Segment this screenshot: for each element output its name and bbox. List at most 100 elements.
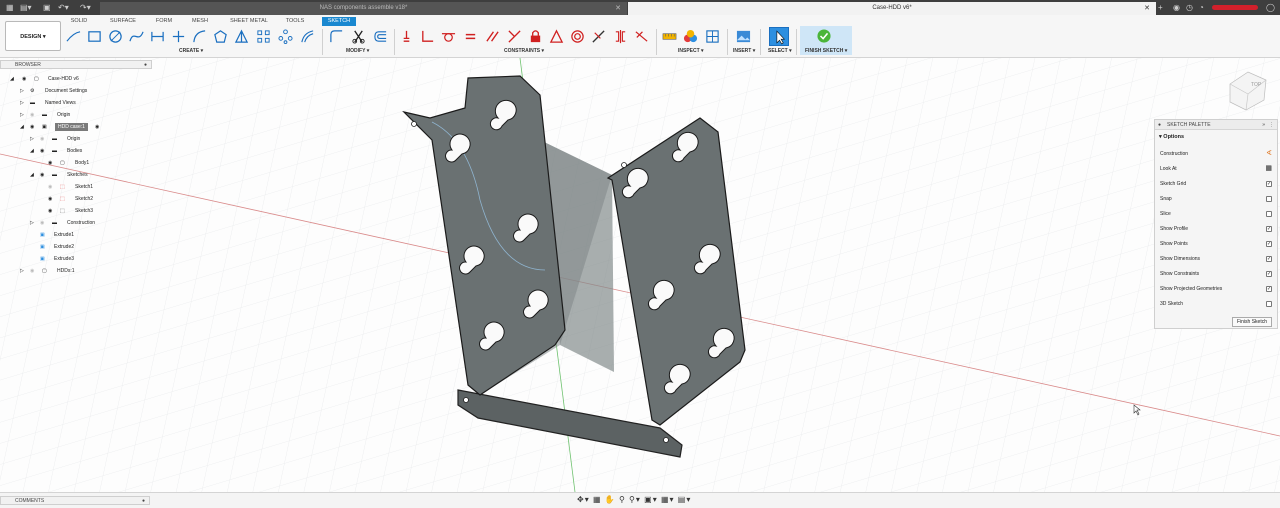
- display-settings-icon[interactable]: ▣▾: [644, 495, 658, 504]
- offset-icon[interactable]: [373, 29, 388, 44]
- orbit-icon[interactable]: ✥▾: [577, 495, 590, 504]
- workspace-selector[interactable]: DESIGN ▾: [5, 21, 61, 51]
- mirror-icon[interactable]: [234, 29, 249, 44]
- lock-icon[interactable]: [528, 29, 543, 44]
- canvas-viewport[interactable]: TOP: [0, 58, 1280, 492]
- parallel-icon[interactable]: [485, 29, 500, 44]
- panel-pin-icon[interactable]: ●: [144, 61, 147, 69]
- notifications-icon[interactable]: ◔: [1199, 2, 1204, 13]
- option-show-constraints[interactable]: Show Constraints ✓: [1160, 269, 1272, 279]
- equal-icon[interactable]: [463, 29, 478, 44]
- options-section[interactable]: ▾ Options: [1159, 134, 1184, 140]
- symmetry-icon[interactable]: [613, 29, 628, 44]
- checkbox[interactable]: [1266, 211, 1272, 217]
- fix-constraint-icon[interactable]: [399, 29, 414, 44]
- curvature-icon[interactable]: [634, 29, 649, 44]
- option-look-at[interactable]: Look At ▦: [1160, 164, 1272, 174]
- comments-panel[interactable]: COMMENTS ●: [0, 496, 150, 505]
- insert-group-label[interactable]: INSERT ▾: [733, 48, 755, 54]
- perpendicular-icon[interactable]: [420, 29, 435, 44]
- option-snap[interactable]: Snap: [1160, 194, 1272, 204]
- file-icon[interactable]: ▤▾: [20, 2, 32, 13]
- tab-solid[interactable]: SOLID: [67, 17, 91, 26]
- rectangle-icon[interactable]: [87, 29, 102, 44]
- tab-nas-components[interactable]: NAS components assemble v18* ✕: [100, 2, 627, 15]
- user-account-redacted[interactable]: [1212, 5, 1258, 10]
- insert-image-icon[interactable]: [736, 29, 751, 44]
- checkbox[interactable]: ✓: [1266, 181, 1272, 187]
- tab-surface[interactable]: SURFACE: [105, 17, 141, 26]
- undo-icon[interactable]: ↶▾: [58, 2, 69, 13]
- help-icon[interactable]: ◯: [1266, 2, 1275, 13]
- grid-settings-icon[interactable]: ▦▾: [661, 495, 675, 504]
- checkbox[interactable]: ✓: [1266, 256, 1272, 262]
- fillet-icon[interactable]: [329, 29, 344, 44]
- option-slice[interactable]: Slice: [1160, 209, 1272, 219]
- triangle-constraint-icon[interactable]: [549, 29, 564, 44]
- pan-icon[interactable]: ✋: [605, 495, 616, 504]
- arc-icon[interactable]: [192, 29, 207, 44]
- tab-case-hdd[interactable]: Case-HDD v6* ✕: [628, 2, 1156, 15]
- modify-group-label[interactable]: MODIFY ▾: [346, 48, 369, 54]
- browser-header[interactable]: BROWSER ●: [0, 60, 152, 69]
- trim-icon[interactable]: [351, 29, 366, 44]
- checkbox[interactable]: ✓: [1266, 226, 1272, 232]
- midpoint-icon[interactable]: [591, 29, 606, 44]
- tab-mesh[interactable]: MESH: [189, 17, 211, 26]
- checkbox[interactable]: ✓: [1266, 271, 1272, 277]
- option-show-points[interactable]: Show Points ✓: [1160, 239, 1272, 249]
- close-icon[interactable]: ✕: [615, 2, 621, 15]
- display-component-colors-icon[interactable]: [683, 29, 698, 44]
- option-3d-sketch[interactable]: 3D Sketch: [1160, 299, 1272, 309]
- collapse-icon[interactable]: ●: [1158, 120, 1161, 130]
- tab-tools[interactable]: TOOLS: [283, 17, 307, 26]
- finish-sketch-label[interactable]: FINISH SKETCH ▾: [805, 48, 847, 54]
- checkbox[interactable]: ✓: [1266, 286, 1272, 292]
- sketch-palette-header[interactable]: ● SKETCH PALETTE » ⋮: [1155, 120, 1277, 130]
- circular-pattern-icon[interactable]: [278, 29, 293, 44]
- viewports-icon[interactable]: ▤▾: [678, 495, 692, 504]
- menu-icon[interactable]: ⋮: [1269, 120, 1274, 130]
- extensions-icon[interactable]: ◉: [1173, 2, 1180, 13]
- tab-sheet-metal[interactable]: SHEET METAL: [226, 17, 272, 26]
- close-icon[interactable]: ✕: [1144, 2, 1150, 15]
- tangent-icon[interactable]: [441, 29, 456, 44]
- option-construction[interactable]: Construction ∢: [1160, 149, 1272, 159]
- collinear-icon[interactable]: [507, 29, 522, 44]
- checkbox[interactable]: [1266, 301, 1272, 307]
- circle-icon[interactable]: [108, 29, 123, 44]
- spline-icon[interactable]: [129, 29, 144, 44]
- tab-sketch[interactable]: SKETCH: [322, 17, 356, 26]
- save-icon[interactable]: ▣: [43, 2, 51, 13]
- redo-icon[interactable]: ↷▾: [80, 2, 91, 13]
- checkbox[interactable]: ✓: [1266, 241, 1272, 247]
- app-menu-icon[interactable]: ▦: [6, 2, 14, 13]
- zoom-icon[interactable]: ⚲: [619, 495, 626, 504]
- checkbox[interactable]: [1266, 196, 1272, 202]
- polygon-icon[interactable]: [213, 29, 228, 44]
- point-icon[interactable]: [171, 29, 186, 44]
- inspect-group-label[interactable]: INSPECT ▾: [678, 48, 704, 54]
- concentric-icon[interactable]: [570, 29, 585, 44]
- select-button[interactable]: [769, 27, 789, 46]
- create-group-label[interactable]: CREATE ▾: [179, 48, 203, 54]
- new-tab-icon[interactable]: +: [1158, 2, 1163, 13]
- 3d-scene[interactable]: TOP: [0, 58, 1280, 492]
- option-show-dimensions[interactable]: Show Dimensions ✓: [1160, 254, 1272, 264]
- option-show-projected-geometries[interactable]: Show Projected Geometries ✓: [1160, 284, 1272, 294]
- tab-form[interactable]: FORM: [153, 17, 175, 26]
- constraints-group-label[interactable]: CONSTRAINTS ▾: [504, 48, 544, 54]
- history-icon[interactable]: ◷: [1186, 2, 1193, 13]
- option-show-profile[interactable]: Show Profile ✓: [1160, 224, 1272, 234]
- option-sketch-grid[interactable]: Sketch Grid ✓: [1160, 179, 1272, 189]
- section-analysis-icon[interactable]: [705, 29, 720, 44]
- slot-icon[interactable]: [150, 29, 165, 44]
- measure-icon[interactable]: [662, 29, 677, 44]
- panel-pin-icon[interactable]: ●: [142, 497, 145, 505]
- rectangular-pattern-icon[interactable]: [256, 29, 271, 44]
- look-at-icon[interactable]: ▦: [593, 495, 602, 504]
- line-icon[interactable]: [66, 29, 81, 44]
- expand-icon[interactable]: »: [1262, 120, 1265, 130]
- select-group-label[interactable]: SELECT ▾: [768, 48, 792, 54]
- project-icon[interactable]: [300, 29, 315, 44]
